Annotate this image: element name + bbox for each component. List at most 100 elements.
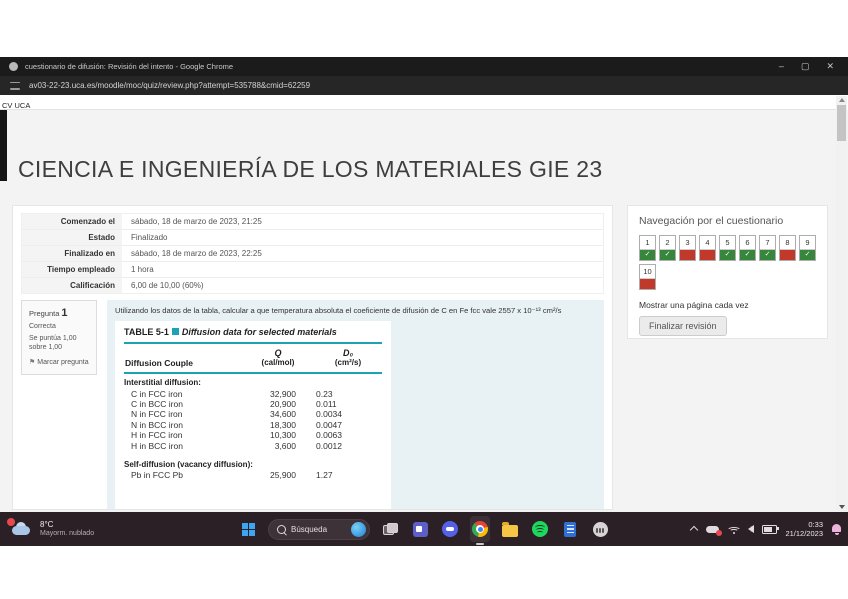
figure-row: C in FCC iron32,9000.23	[124, 389, 382, 399]
figure-row: C in BCC iron20,9000.011	[124, 399, 382, 409]
finish-review-button[interactable]: Finalizar revisión	[639, 316, 727, 336]
question-text: Utilizando los datos de la tabla, calcul…	[115, 306, 596, 315]
discord-app-button[interactable]	[440, 516, 460, 542]
flag-question-link[interactable]: ⚑Marcar pregunta	[29, 359, 89, 368]
wifi-icon[interactable]	[728, 525, 740, 534]
quiz-nav-question-9[interactable]: 9	[799, 235, 816, 261]
scrollbar-down-arrow-icon[interactable]	[839, 505, 845, 509]
figure-section-heading: Interstitial diffusion:	[124, 378, 382, 389]
figure-section-heading: Self-diffusion (vacancy diffusion):	[124, 460, 382, 471]
teams-app-button[interactable]	[410, 516, 430, 542]
weather-cloud-icon	[10, 521, 34, 537]
diffusion-table-figure: TABLE 5-1Diffusion data for selected mat…	[115, 321, 391, 510]
minimize-button[interactable]: –	[779, 61, 784, 72]
attempt-summary-table: Comenzado el sábado, 18 de marzo de 2023…	[21, 213, 604, 294]
tab-favicon-icon	[9, 62, 18, 71]
clock-date: 21/12/2023	[785, 529, 823, 538]
weather-widget[interactable]: 8°C Mayorm. nublado	[10, 512, 94, 546]
ebook-icon	[564, 522, 576, 537]
question-state-indicator	[680, 250, 695, 260]
quiz-nav-question-5[interactable]: 5	[719, 235, 736, 261]
moodle-icon	[593, 522, 608, 537]
teal-square-icon	[172, 328, 179, 335]
question-content: Utilizando los datos de la tabla, calcul…	[107, 300, 604, 510]
question-state-indicator	[760, 250, 775, 260]
figure-title: TABLE 5-1Diffusion data for selected mat…	[124, 327, 382, 337]
url-text[interactable]: av03-22-23.uca.es/moodle/moc/quiz/review…	[29, 81, 310, 90]
question-state-indicator	[740, 250, 755, 260]
task-view-button[interactable]	[380, 516, 400, 542]
site-header: CV UCA	[0, 95, 840, 110]
page-title: CIENCIA E INGENIERÍA DE LOS MATERIALES G…	[18, 156, 602, 183]
weather-temp: 8°C	[40, 520, 94, 529]
quiz-nav-question-7[interactable]: 7	[759, 235, 776, 261]
quiz-nav-question-10[interactable]: 10	[639, 264, 656, 290]
search-icon	[277, 525, 286, 534]
quiz-nav-question-2[interactable]: 2	[659, 235, 676, 261]
start-button[interactable]	[238, 516, 258, 542]
question-state-indicator	[640, 279, 655, 289]
figure-rule	[124, 342, 382, 344]
quiz-review-card: Comenzado el sábado, 18 de marzo de 2023…	[12, 205, 613, 510]
browser-url-bar[interactable]: av03-22-23.uca.es/moodle/moc/quiz/review…	[0, 76, 848, 95]
question-state-indicator	[640, 250, 655, 260]
summary-row: Finalizado en sábado, 18 de marzo de 202…	[22, 246, 603, 262]
site-brand[interactable]: CV UCA	[2, 101, 30, 110]
chrome-app-button[interactable]	[470, 516, 490, 542]
tray-chevron-icon[interactable]	[690, 527, 698, 532]
quiz-nav-question-6[interactable]: 6	[739, 235, 756, 261]
figure-row: H in BCC iron3,6000.0012	[124, 441, 382, 451]
discord-icon	[442, 521, 458, 537]
page-scrollbar[interactable]	[836, 96, 847, 511]
scrollbar-thumb[interactable]	[837, 105, 846, 141]
teams-icon	[413, 522, 428, 537]
question-state-indicator	[800, 250, 815, 260]
flag-icon: ⚑	[29, 359, 35, 366]
question-state-indicator	[780, 250, 795, 260]
taskbar-clock[interactable]: 0:33 21/12/2023	[785, 520, 823, 538]
chrome-icon	[472, 521, 488, 537]
close-button[interactable]: ✕	[826, 61, 834, 72]
weather-desc: Mayorm. nublado	[40, 529, 94, 538]
scrollbar-up-arrow-icon[interactable]	[839, 98, 845, 102]
spotify-icon	[532, 521, 548, 537]
active-app-indicator	[476, 543, 484, 545]
summary-row: Tiempo empleado 1 hora	[22, 262, 603, 278]
battery-icon[interactable]	[762, 525, 777, 534]
file-explorer-icon	[502, 525, 518, 537]
summary-row: Comenzado el sábado, 18 de marzo de 2023…	[22, 214, 603, 230]
bing-search-icon	[351, 522, 366, 537]
notification-badge	[7, 518, 15, 526]
figure-rule	[124, 372, 382, 374]
question-state-indicator	[660, 250, 675, 260]
quiz-nav-question-4[interactable]: 4	[699, 235, 716, 261]
question-number: 1	[61, 307, 67, 319]
question-button-grid: 1 2 3 4 5 6 7 8 9 10	[639, 235, 819, 290]
onedrive-icon[interactable]	[706, 524, 720, 534]
tab-title: cuestionario de difusión: Revisión del i…	[25, 62, 779, 71]
quiz-nav-question-8[interactable]: 8	[779, 235, 796, 261]
volume-icon[interactable]	[748, 525, 754, 533]
file-explorer-button[interactable]	[500, 516, 520, 542]
taskbar-search-box[interactable]: Búsqueda	[268, 519, 370, 540]
quiz-nav-question-1[interactable]: 1	[639, 235, 656, 261]
spotify-app-button[interactable]	[530, 516, 550, 542]
quiz-navigation-panel: Navegación por el cuestionario 1 2 3 4 5…	[627, 205, 828, 339]
quiz-nav-question-3[interactable]: 3	[679, 235, 696, 261]
question-status: Correcta	[29, 323, 89, 330]
browser-title-bar: cuestionario de difusión: Revisión del i…	[0, 57, 848, 76]
maximize-button[interactable]: ▢	[801, 61, 810, 72]
taskbar: 8°C Mayorm. nublado Búsqueda	[0, 512, 848, 546]
moodle-app-button[interactable]	[590, 516, 610, 542]
show-one-page-link[interactable]: Mostrar una página cada vez	[639, 300, 816, 310]
summary-row: Estado Finalizado	[22, 230, 603, 246]
ebook-app-button[interactable]	[560, 516, 580, 542]
notification-bell-icon[interactable]	[831, 523, 842, 535]
collapsed-sidebar-edge	[0, 110, 7, 181]
task-view-icon	[383, 523, 397, 535]
windows-logo-icon	[242, 523, 255, 536]
question-points: Se puntúa 1,00 sobre 1,00	[29, 335, 89, 352]
clock-time: 0:33	[785, 520, 823, 529]
figure-row: Pb in FCC Pb25,9001.27	[124, 470, 382, 480]
site-info-icon[interactable]	[10, 82, 20, 90]
